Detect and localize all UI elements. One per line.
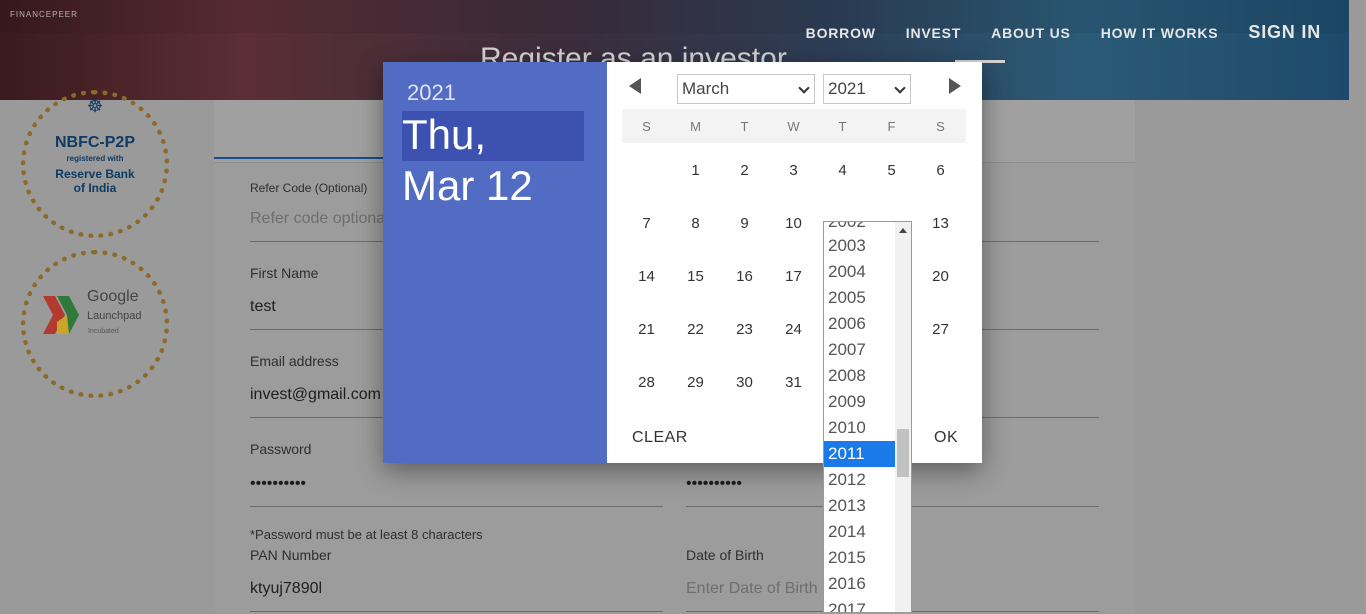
day-cell[interactable]: 6: [916, 162, 965, 179]
confirm-password-input[interactable]: ••••••••••: [686, 475, 742, 493]
year-option[interactable]: 2006: [824, 311, 895, 337]
year-option[interactable]: 2004: [824, 259, 895, 285]
day-cell[interactable]: 28: [622, 374, 671, 391]
nbfc-line3: Reserve Bank of India: [55, 167, 135, 195]
nav-invest[interactable]: INVEST: [906, 25, 961, 41]
clear-button[interactable]: CLEAR: [632, 429, 688, 447]
year-option-selected[interactable]: 2011: [824, 441, 895, 467]
day-cell[interactable]: 24: [769, 321, 818, 338]
year-option[interactable]: 2007: [824, 337, 895, 363]
google-line2: Launchpad: [87, 310, 142, 322]
year-select-value: 2021: [828, 79, 866, 98]
scrollbar-thumb[interactable]: [897, 429, 909, 477]
day-cell[interactable]: 20: [916, 268, 965, 285]
year-option[interactable]: 2008: [824, 363, 895, 389]
email-label: Email address: [250, 353, 339, 369]
dob-input[interactable]: Enter Date of Birth: [686, 580, 818, 598]
day-cell[interactable]: 7: [622, 215, 671, 232]
day-cell[interactable]: 9: [720, 215, 769, 232]
day-cell[interactable]: 29: [671, 374, 720, 391]
day-cell[interactable]: 4: [818, 162, 867, 179]
year-option[interactable]: 2012: [824, 467, 895, 493]
google-launchpad-badge: Google Launchpad Incubated: [21, 250, 169, 398]
day-cell[interactable]: 14: [622, 268, 671, 285]
pan-label: PAN Number: [250, 547, 332, 563]
day-cell[interactable]: 8: [671, 215, 720, 232]
weekday-header: S M T W T F S: [622, 109, 966, 143]
dob-label: Date of Birth: [686, 547, 764, 563]
chevron-down-icon: [798, 82, 810, 94]
first-name-input[interactable]: test: [250, 298, 276, 316]
refer-code-input[interactable]: Refer code optional: [250, 210, 389, 228]
rbi-emblem-icon: ☸: [87, 96, 104, 116]
weekday-sun: S: [642, 119, 651, 134]
email-input[interactable]: invest@gmail.com: [250, 386, 381, 404]
day-cell[interactable]: 23: [720, 321, 769, 338]
year-option[interactable]: 2013: [824, 493, 895, 519]
header-year[interactable]: 2021: [407, 80, 456, 106]
header-date[interactable]: Mar 12: [402, 161, 533, 211]
password-label: Password: [250, 441, 312, 457]
google-title: Google: [87, 288, 139, 305]
header-weekday[interactable]: Thu,: [402, 110, 486, 160]
weekday-wed: W: [787, 119, 800, 134]
chevron-down-icon: [894, 82, 906, 94]
dropdown-scrollbar[interactable]: [895, 222, 911, 612]
password-hint: *Password must be at least 8 characters: [250, 527, 483, 542]
weekday-fri: F: [887, 119, 896, 134]
day-cell[interactable]: 13: [916, 215, 965, 232]
google-line3: Incubated: [88, 328, 119, 335]
year-option[interactable]: 2005: [824, 285, 895, 311]
refer-code-label: Refer Code (Optional): [250, 181, 368, 195]
ok-button[interactable]: OK: [934, 429, 958, 447]
first-name-label: First Name: [250, 265, 319, 281]
year-option[interactable]: 2009: [824, 389, 895, 415]
top-nav: BORROW INVEST ABOUT US HOW IT WORKS SIGN…: [776, 22, 1321, 43]
day-cell[interactable]: 5: [867, 162, 916, 179]
month-select[interactable]: March: [677, 74, 815, 104]
next-month-icon[interactable]: [949, 78, 961, 94]
weekday-sat: S: [936, 119, 945, 134]
day-cell[interactable]: 31: [769, 374, 818, 391]
nbfc-title: NBFC-P2P: [54, 134, 135, 151]
year-select[interactable]: 2021: [823, 74, 911, 104]
password-input[interactable]: ••••••••••: [250, 475, 306, 493]
year-option[interactable]: 2014: [824, 519, 895, 545]
day-cell[interactable]: 30: [720, 374, 769, 391]
day-cell[interactable]: 10: [769, 215, 818, 232]
day-cell[interactable]: 2: [720, 162, 769, 179]
nav-sign-in[interactable]: SIGN IN: [1248, 22, 1321, 43]
day-cell[interactable]: 17: [769, 268, 818, 285]
year-option[interactable]: 2015: [824, 545, 895, 571]
site-logo[interactable]: FINANCEPEER: [10, 10, 77, 52]
prev-month-icon[interactable]: [629, 78, 641, 94]
pan-input[interactable]: ktyuj7890l: [250, 580, 322, 598]
year-option[interactable]: 2010: [824, 415, 895, 441]
day-cell[interactable]: 15: [671, 268, 720, 285]
nav-borrow[interactable]: BORROW: [806, 25, 876, 41]
nbfc-badge: ☸ NBFC-P2P registered with Reserve Bank …: [21, 90, 169, 238]
year-dropdown-list[interactable]: 2002 2003 2004 2005 2006 2007 2008 2009 …: [823, 221, 912, 613]
date-picker-header: 2021 Thu, Mar 12: [383, 62, 607, 463]
weekday-thu: T: [838, 119, 847, 134]
day-cell[interactable]: 16: [720, 268, 769, 285]
scroll-up-icon[interactable]: [899, 228, 907, 233]
launchpad-chevron-icon: [43, 296, 79, 334]
day-cell[interactable]: 22: [671, 321, 720, 338]
nbfc-line2: registered with: [66, 154, 124, 163]
nav-about-us[interactable]: ABOUT US: [991, 25, 1071, 41]
month-select-value: March: [682, 79, 730, 98]
year-option[interactable]: 2016: [824, 571, 895, 597]
day-cell[interactable]: 21: [622, 321, 671, 338]
weekday-tue: T: [740, 119, 749, 134]
calendar-panel: March 2021 S M T W T F S 1 2 3 4 5 6 7 8…: [607, 62, 982, 463]
day-cell[interactable]: 3: [769, 162, 818, 179]
year-option[interactable]: 2003: [824, 233, 895, 259]
day-cell[interactable]: 1: [671, 162, 720, 179]
day-cell[interactable]: 27: [916, 321, 965, 338]
weekday-mon: M: [690, 119, 701, 134]
nav-how-it-works[interactable]: HOW IT WORKS: [1101, 25, 1219, 41]
year-option[interactable]: 2017: [824, 597, 895, 612]
